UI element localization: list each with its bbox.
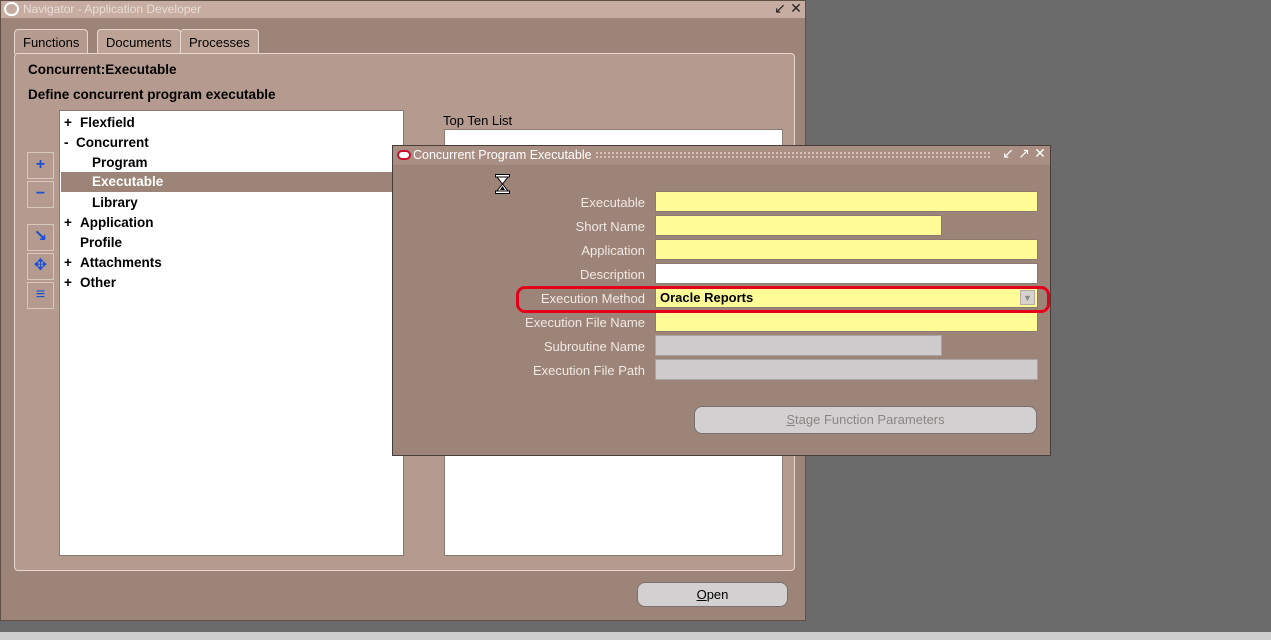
tree-item-application[interactable]: + Application xyxy=(61,213,394,233)
top-ten-label: Top Ten List xyxy=(443,113,513,128)
collapse-button[interactable]: − xyxy=(27,181,54,208)
open-button[interactable]: Open xyxy=(637,582,788,607)
description-field[interactable] xyxy=(655,263,1038,284)
execution-file-path-label: Execution File Path xyxy=(532,363,645,378)
oracle-logo-icon xyxy=(397,150,411,160)
expand-branch-button[interactable]: ↘ xyxy=(27,224,54,251)
status-strip xyxy=(0,632,1271,640)
executable-field[interactable] xyxy=(655,191,1038,212)
stage-function-parameters-button[interactable]: Stage Function Parameters xyxy=(694,406,1037,434)
collapse-all-button[interactable]: ≡ xyxy=(27,282,54,309)
tree-item-attachments[interactable]: + Attachments xyxy=(61,253,394,273)
collapse-minus-icon: − xyxy=(35,185,46,202)
tree-item-profile[interactable]: Profile xyxy=(61,233,394,253)
tree-item-other[interactable]: + Other xyxy=(61,273,394,293)
expand-branch-icon: ↘ xyxy=(33,228,48,245)
close-icon[interactable]: ✕ xyxy=(789,1,803,16)
expand-button[interactable]: + xyxy=(27,152,54,179)
function-tree[interactable]: + Flexfield - Concurrent Program Executa… xyxy=(59,110,404,556)
cpe-title: Concurrent Program Executable xyxy=(413,148,592,162)
execution-file-name-field[interactable] xyxy=(655,311,1038,332)
navigator-title: Navigator - Application Developer xyxy=(23,2,202,16)
execution-file-path-field xyxy=(655,359,1038,380)
tab-processes[interactable]: Processes xyxy=(180,29,259,54)
execution-method-highlight xyxy=(516,286,1050,313)
concurrent-program-executable-window: Concurrent Program Executable ↙ ↗ ✕ Exec… xyxy=(392,145,1051,456)
tree-item-flexfield[interactable]: + Flexfield xyxy=(61,113,394,133)
executable-label: Executable xyxy=(580,195,645,210)
application-field[interactable] xyxy=(655,239,1038,260)
function-name: Concurrent:Executable xyxy=(28,62,177,77)
cpe-titlebar[interactable]: Concurrent Program Executable ↙ ↗ ✕ xyxy=(393,146,1050,165)
expand-plus-icon: + xyxy=(35,156,46,173)
tree-item-program[interactable]: Program xyxy=(61,153,394,173)
function-description: Define concurrent program executable xyxy=(28,87,276,102)
expand-all-icon: ✥ xyxy=(33,257,48,274)
minimize-icon[interactable]: ↙ xyxy=(1001,146,1015,161)
expand-all-button[interactable]: ✥ xyxy=(27,253,54,280)
tree-item-concurrent[interactable]: - Concurrent xyxy=(61,133,394,153)
application-label: Application xyxy=(581,243,645,258)
subroutine-name-field xyxy=(655,335,942,356)
collapse-all-icon: ≡ xyxy=(35,286,46,303)
navigator-titlebar[interactable]: Navigator - Application Developer ↙ ✕ xyxy=(1,1,805,18)
execution-file-name-label: Execution File Name xyxy=(525,315,645,330)
maximize-icon[interactable]: ↗ xyxy=(1017,146,1031,161)
tree-item-library[interactable]: Library xyxy=(61,193,394,213)
tab-functions[interactable]: Functions xyxy=(14,29,89,54)
hourglass-icon xyxy=(495,174,510,194)
short-name-label: Short Name xyxy=(575,219,645,234)
tab-documents[interactable]: Documents xyxy=(97,29,181,54)
close-icon[interactable]: ✕ xyxy=(1033,146,1047,161)
subroutine-name-label: Subroutine Name xyxy=(543,339,645,354)
titlebar-grip xyxy=(595,151,991,160)
tree-item-executable[interactable]: Executable xyxy=(61,172,394,192)
description-label: Description xyxy=(579,267,645,282)
minimize-icon[interactable]: ↙ xyxy=(773,1,787,16)
oracle-logo-icon xyxy=(4,2,19,16)
short-name-field[interactable] xyxy=(655,215,942,236)
